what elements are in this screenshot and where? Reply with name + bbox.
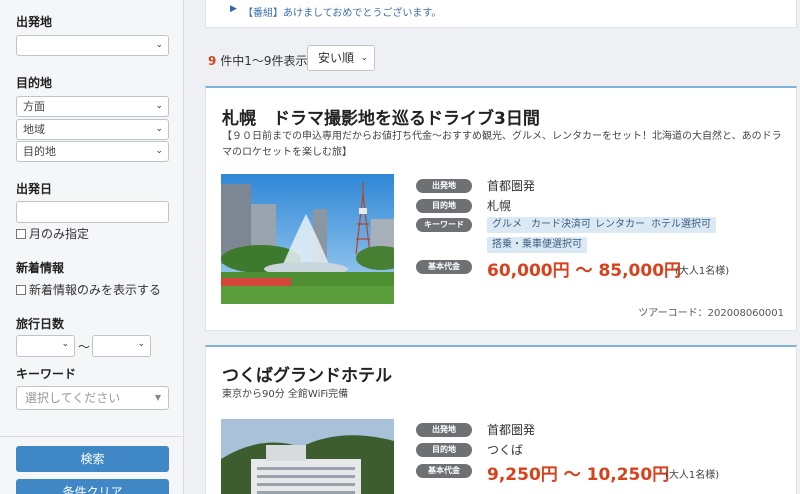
date-input[interactable] (16, 201, 169, 223)
notice-link[interactable]: 【番組】あけましておめでとうございます。 (243, 4, 441, 19)
chevron-down-icon: ⌄ (155, 101, 163, 111)
chevron-down-icon: ⌄ (137, 339, 145, 349)
days-separator: 〜 (78, 340, 91, 354)
price-note: (大人1名様) (675, 266, 730, 277)
tour-card[interactable]: 札幌 ドラマ撮影地を巡るドライブ3日間 【９０日前までの申込専用だからお値打ち代… (205, 86, 797, 331)
divider (0, 436, 184, 437)
tour-title[interactable]: 札幌 ドラマ撮影地を巡るドライブ3日間 (222, 104, 540, 129)
chevron-down-icon: ⌄ (61, 339, 69, 349)
hotel-photo[interactable] (221, 419, 394, 494)
base-price-badge: 基本代金 (416, 260, 472, 274)
keyword-tag[interactable]: カード決済可 (526, 217, 596, 233)
triangle-right-icon: ▶ (230, 4, 237, 14)
keyword-tag[interactable]: グルメ (487, 217, 527, 233)
departure-value: 首都圏発 (487, 423, 536, 437)
sapporo-tv-tower-photo[interactable] (221, 174, 394, 304)
sort-select[interactable]: 安い順 ⌄ (307, 45, 375, 71)
departure-value: 首都圏発 (487, 179, 536, 193)
tour-subtitle: 東京から90分 全館WiFi完備 (222, 389, 349, 400)
price-range: 60,000円 〜 85,000円 (487, 261, 682, 281)
price-range: 9,250円 〜 10,250円 (487, 465, 670, 485)
departure-badge: 出発地 (416, 423, 472, 437)
days-min-select[interactable]: ⌄ (16, 335, 75, 357)
chevron-down-icon: ⌄ (155, 40, 163, 50)
result-count: 9 件中1〜9件表示 (208, 52, 307, 69)
keyword-select[interactable]: 選択してください ▼ (16, 386, 169, 410)
departure-label: 出発地 (16, 15, 53, 29)
keyword-tag[interactable]: 搭乗・乗車便選択可 (487, 237, 587, 253)
triangle-down-icon: ▼ (154, 393, 161, 402)
destination-value: つくば (487, 443, 524, 457)
destination-label: 目的地 (16, 76, 53, 90)
tour-subtitle: 【９０日前までの申込専用だからお値打ち代金〜おすすめ観光、グルメ、レンタカーをセ… (222, 131, 782, 158)
clear-button[interactable]: 条件クリア (16, 479, 169, 494)
keyword-tag[interactable]: ホテル選択可 (646, 217, 716, 233)
direction-select-value: 方面 (23, 100, 45, 113)
notice-bar: ▶ 【番組】あけましておめでとうございます。 (205, 0, 797, 28)
new-only-checkbox[interactable]: 新着情報のみを表示する (16, 281, 161, 298)
sort-select-value: 安い順 (318, 51, 355, 65)
region-select[interactable]: 地域 ⌄ (16, 119, 169, 140)
base-price-badge: 基本代金 (416, 464, 472, 478)
keyword-tag[interactable]: レンタカー (590, 217, 650, 233)
month-only-label: 月のみ指定 (29, 227, 90, 241)
tour-card[interactable]: つくばグランドホテル 東京から90分 全館WiFi完備 出発地 首都圏発 目的地… (205, 345, 797, 494)
search-button[interactable]: 検索 (16, 446, 169, 472)
chevron-down-icon: ⌄ (155, 146, 163, 156)
chevron-down-icon: ⌄ (360, 53, 368, 63)
days-label: 旅行日数 (16, 317, 65, 331)
search-sidebar: 出発地 ⌄ 目的地 方面 ⌄ 地域 ⌄ 目的地 ⌄ 出発日 月のみ指定 新着情報… (0, 0, 184, 494)
month-only-checkbox[interactable]: 月のみ指定 (16, 225, 89, 242)
date-label: 出発日 (16, 182, 53, 196)
departure-badge: 出発地 (416, 179, 472, 193)
destination-value: 札幌 (487, 199, 512, 213)
tour-code: ツアーコード：202008060001 (638, 308, 784, 319)
result-count-number: 9 (208, 54, 217, 68)
result-count-text: 件中1〜9件表示 (220, 54, 308, 68)
keyword-badge: キーワード (416, 218, 472, 232)
chevron-down-icon: ⌄ (155, 124, 163, 134)
keyword-label: キーワード (16, 367, 77, 381)
checkbox-icon[interactable] (16, 284, 26, 295)
destination-badge: 目的地 (416, 443, 472, 457)
tour-title[interactable]: つくばグランドホテル (222, 361, 392, 386)
new-info-label: 新着情報 (16, 261, 65, 275)
keyword-placeholder: 選択してください (25, 391, 121, 405)
new-only-label: 新着情報のみを表示する (29, 283, 162, 297)
destination-select-value: 目的地 (23, 145, 56, 158)
destination-badge: 目的地 (416, 199, 472, 213)
direction-select[interactable]: 方面 ⌄ (16, 96, 169, 117)
checkbox-icon[interactable] (16, 228, 26, 239)
destination-select[interactable]: 目的地 ⌄ (16, 141, 169, 162)
price-note: (大人1名様) (665, 470, 720, 481)
region-select-value: 地域 (23, 123, 45, 136)
departure-select[interactable]: ⌄ (16, 35, 169, 56)
days-max-select[interactable]: ⌄ (92, 335, 151, 357)
